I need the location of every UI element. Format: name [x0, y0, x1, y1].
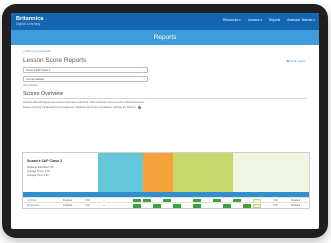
score-cell-correct	[223, 203, 231, 208]
page-title-banner: Reports	[11, 30, 319, 45]
view-details-link[interactable]: View details ›	[23, 84, 307, 87]
student-total-score: 71%	[273, 204, 278, 207]
stat-label: Students Submitted:	[27, 166, 50, 169]
stat-value: 71%	[44, 170, 50, 173]
stat-average-time: Average Time: 0:20	[27, 174, 62, 177]
brand-subtitle: Digital Learning	[16, 21, 41, 26]
print-report-link[interactable]: ▣ Print report	[286, 59, 305, 63]
nav-reports[interactable]: Reports	[269, 18, 280, 22]
stat-average-score: Average Score: 71%	[27, 170, 62, 173]
score-cell-correct	[243, 203, 251, 208]
back-link[interactable]: « Return to previous	[23, 49, 307, 53]
category-band-blue	[98, 153, 143, 192]
score-cell-correct	[133, 203, 141, 208]
lesson-reports-title: Lesson Score Reports	[23, 57, 87, 64]
stat-value: 0:20	[43, 174, 49, 177]
nav-menu: Resources ▾ Lessons ▾ Reports Assessor T…	[223, 18, 315, 22]
score-table: Susan's 6AP Class 2 Students Submitted: …	[22, 152, 310, 209]
britannica-logo[interactable]: Britannica Digital Learning	[16, 16, 43, 26]
help-icon[interactable]	[137, 106, 141, 109]
tablet-frame: Britannica Digital Learning Resources ▾ …	[2, 4, 328, 238]
stat-students-submitted: Students Submitted: 2/2	[27, 166, 62, 169]
student-status: Finished	[63, 204, 73, 207]
student-name-link[interactable]: Brownbottle	[27, 204, 40, 207]
app-screen: Britannica Digital Learning Resources ▾ …	[11, 13, 319, 229]
score-cell-partial	[253, 203, 261, 208]
stat-label: Average Score:	[27, 170, 45, 173]
class-summary: Susan's 6AP Class 2 Students Submitted: …	[27, 159, 62, 177]
score-cell-correct	[173, 203, 181, 208]
top-navigation-bar: Britannica Digital Learning Resources ▾ …	[11, 13, 319, 30]
unit-select-value: Animal Habitats	[26, 77, 45, 81]
main-content: « Return to previous Lesson Score Report…	[11, 45, 319, 109]
class-select-value: Susan's 6AP Class 2	[26, 68, 51, 72]
unit-select[interactable]: Animal Habitats ⌄	[23, 76, 148, 82]
chevron-down-icon: ⌄	[142, 68, 145, 72]
table-class-name: Susan's 6AP Class 2	[27, 159, 63, 163]
score-cell-correct	[193, 203, 201, 208]
answer-check-note-text: Answer checking not allowed for this ass…	[23, 106, 136, 109]
table-header-background	[233, 153, 309, 192]
student-status-right: Finished	[291, 204, 301, 207]
category-band-orange	[143, 153, 173, 192]
nav-lessons[interactable]: Lessons ▾	[248, 18, 262, 22]
category-band-green	[173, 153, 233, 192]
score-overview-title: Scores Overview	[23, 91, 307, 99]
stat-value: 2/2	[50, 166, 54, 169]
table-row: Brownbottle Finished 71% — 71% Finished	[23, 202, 309, 208]
page-title: Reports	[153, 34, 177, 41]
student-score: 71%	[85, 204, 90, 207]
chevron-down-icon: ⌄	[142, 77, 145, 81]
score-cell-correct	[153, 203, 161, 208]
print-report-label: Print report	[290, 59, 305, 63]
student-time: —	[103, 204, 106, 207]
class-select[interactable]: Susan's 6AP Class 2 ⌄	[23, 67, 148, 73]
score-overview-description: Students data will appear once answers h…	[23, 101, 145, 104]
stat-label: Average Time:	[27, 174, 44, 177]
nav-resources[interactable]: Resources ▾	[223, 18, 241, 22]
answer-check-note: Answer checking not allowed for this ass…	[23, 106, 307, 109]
nav-user-menu[interactable]: Assessor Teacher ▾	[287, 18, 315, 22]
